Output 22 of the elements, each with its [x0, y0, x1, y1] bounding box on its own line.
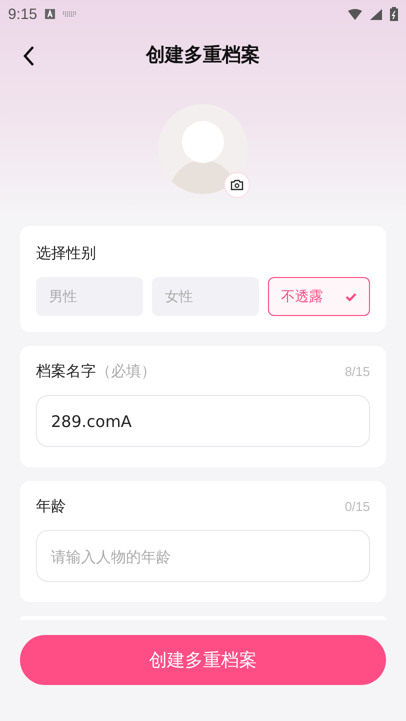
char-counter: 8/15: [344, 364, 370, 379]
back-icon[interactable]: [22, 45, 36, 67]
wifi-icon: [348, 8, 362, 20]
gender-option[interactable]: 男性: [36, 277, 143, 316]
section-label: 选择性别: [36, 244, 97, 263]
page-title: 创建多重档案: [146, 43, 260, 68]
check-icon: [345, 292, 357, 302]
create-profile-button[interactable]: 创建多重档案: [20, 635, 386, 685]
input-field[interactable]: 289.comA: [36, 395, 370, 447]
battery-icon: [390, 7, 398, 21]
gender-option[interactable]: 女性: [152, 277, 259, 316]
signal-icon: [370, 8, 382, 20]
camera-icon[interactable]: [224, 172, 250, 198]
gender-option[interactable]: 不透露: [268, 277, 370, 316]
status-time: 9:15: [8, 6, 38, 22]
char-counter: 0/15: [344, 499, 370, 514]
input-field[interactable]: 请输入人物的年龄: [36, 530, 370, 582]
field-label: 年龄: [36, 497, 66, 516]
field-label: 档案名字: [36, 362, 96, 381]
input-method-icon: [45, 9, 56, 19]
required-note: （必填）: [96, 362, 156, 381]
keyboard-icon: [63, 11, 78, 17]
